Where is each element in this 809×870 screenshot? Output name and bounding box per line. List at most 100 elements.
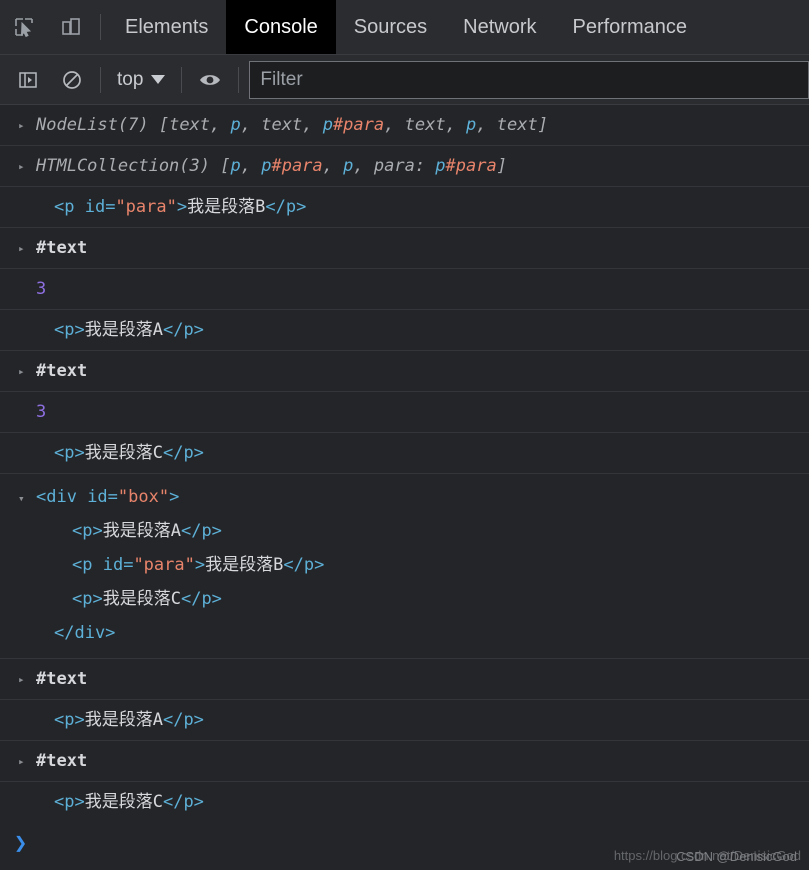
arrow-spacer: ▸ <box>18 714 36 727</box>
execution-context-dropdown[interactable]: top <box>107 69 175 91</box>
console-message-list[interactable]: ▸ NodeList(7) [text, p, text, p#para, tex… <box>0 105 809 817</box>
code-token: p <box>435 156 446 176</box>
code-token: [ <box>210 156 231 176</box>
expanded-child-line: ▸ <p id="para">我是段落B</p> <box>18 549 809 583</box>
code-token: ] <box>537 115 548 135</box>
console-row-element[interactable]: ▸ <p>我是段落C</p> <box>0 782 809 817</box>
console-row-textnode[interactable]: ▸ #text <box>0 351 809 392</box>
code-token: </p> <box>162 792 204 812</box>
tab-console[interactable]: Console <box>226 0 336 54</box>
console-row-textnode[interactable]: ▸ #text <box>0 228 809 269</box>
object-preview-name: HTMLCollection(3) <box>36 156 210 176</box>
code-token: p <box>230 115 241 135</box>
textnode-label: #text <box>36 238 88 258</box>
console-row-element[interactable]: ▸ <p>我是段落A</p> <box>0 310 809 351</box>
collapse-arrow-icon[interactable]: ▾ <box>18 483 36 515</box>
live-expression-eye-icon[interactable] <box>188 55 232 105</box>
code-token: > <box>169 487 180 507</box>
console-prompt[interactable]: ❯ https://blog.csdn.net/DenisicGod CSDN … <box>0 817 809 869</box>
toolbar-divider <box>238 66 240 93</box>
code-token: <p> <box>54 792 85 812</box>
filter-input[interactable] <box>249 60 809 99</box>
prompt-caret-icon: ❯ <box>14 830 28 856</box>
tab-network[interactable]: Network <box>445 0 554 54</box>
code-token: </p> <box>162 710 204 730</box>
code-token: > <box>194 555 206 575</box>
code-token: , <box>353 156 374 176</box>
code-token: , <box>445 115 467 135</box>
toolbar-divider <box>181 66 183 93</box>
code-token: <p <box>72 555 93 575</box>
code-token: </p> <box>283 555 325 575</box>
toolbar-divider <box>100 14 101 40</box>
code-token: <p> <box>54 443 85 463</box>
tab-performance[interactable]: Performance <box>555 0 706 54</box>
console-row-textnode[interactable]: ▸ #text <box>0 659 809 700</box>
code-token: 我是段落A <box>84 320 163 340</box>
code-token: </p> <box>162 320 204 340</box>
watermark: https://blog.csdn.net/DenisicGod CSDN @D… <box>614 848 801 864</box>
code-token: "para" <box>115 197 177 217</box>
console-row-textnode[interactable]: ▸ #text <box>0 741 809 782</box>
code-token: text <box>169 115 211 135</box>
code-token: p <box>322 115 333 135</box>
element-markup: <p>我是段落C</p> <box>54 437 204 469</box>
code-token: </p> <box>180 521 222 541</box>
code-token: text <box>404 115 446 135</box>
expand-arrow-icon[interactable]: ▸ <box>18 160 36 173</box>
code-token: p <box>466 115 477 135</box>
code-token: </p> <box>162 443 204 463</box>
arrow-spacer: ▸ <box>18 796 36 809</box>
inspect-element-icon[interactable] <box>0 0 47 54</box>
code-token: <p <box>54 197 75 217</box>
console-row-element[interactable]: ▸ <p id="para">我是段落B</p> <box>0 187 809 228</box>
arrow-spacer: ▸ <box>18 517 36 549</box>
console-row-element[interactable]: ▸ <p>我是段落A</p> <box>0 700 809 741</box>
arrow-spacer: ▸ <box>18 324 36 337</box>
chevron-down-icon <box>151 75 166 84</box>
expand-arrow-icon[interactable]: ▸ <box>18 119 36 132</box>
tab-elements[interactable]: Elements <box>107 0 226 54</box>
element-markup: <p>我是段落C</p> <box>54 786 204 817</box>
expand-arrow-icon[interactable]: ▸ <box>18 673 36 686</box>
code-token: #para <box>271 156 323 176</box>
console-sidebar-icon[interactable] <box>6 55 50 105</box>
code-token: , <box>322 156 344 176</box>
code-token: id= <box>74 197 116 217</box>
code-token: text <box>261 115 303 135</box>
console-row-object[interactable]: ▸ HTMLCollection(3) [p, p#para, p, para: … <box>0 146 809 187</box>
code-token: , <box>210 115 231 135</box>
textnode-label: #text <box>36 361 88 381</box>
arrow-spacer: ▸ <box>18 619 36 651</box>
console-row-object[interactable]: ▸ NodeList(7) [text, p, text, p#para, tex… <box>0 105 809 146</box>
element-markup: <p>我是段落A</p> <box>54 704 204 736</box>
textnode-label: #text <box>36 751 88 771</box>
textnode-label: #text <box>36 669 88 689</box>
console-row-element[interactable]: ▸ <p>我是段落C</p> <box>0 433 809 474</box>
filter-container <box>249 60 809 99</box>
device-toolbar-icon[interactable] <box>47 0 94 54</box>
expand-arrow-icon[interactable]: ▸ <box>18 365 36 378</box>
code-token: para: <box>373 156 436 176</box>
expand-arrow-icon[interactable]: ▸ <box>18 242 36 255</box>
arrow-spacer: ▸ <box>18 447 36 460</box>
expanded-child-line: ▸ </div> <box>18 617 809 651</box>
code-token: </p> <box>180 589 222 609</box>
code-token: <div <box>36 487 77 507</box>
console-row-number[interactable]: ▸3 <box>0 269 809 310</box>
code-token: <p> <box>54 320 85 340</box>
code-token: [ <box>148 115 170 135</box>
expand-arrow-icon[interactable]: ▸ <box>18 755 36 768</box>
code-token: 我是段落C <box>84 443 163 463</box>
expanded-child-line: ▸ <p>我是段落C</p> <box>18 583 809 617</box>
console-row-expanded-element[interactable]: ▾<div id="box">▸<p>我是段落A</p>▸<p id="para… <box>0 474 809 659</box>
tab-sources[interactable]: Sources <box>336 0 445 54</box>
object-preview-body: [text, p, text, p#para, text, p, text] <box>149 115 548 135</box>
watermark-author: CSDN @DenisicGod <box>676 849 797 864</box>
code-token: 我是段落B <box>205 555 284 575</box>
arrow-spacer: ▸ <box>18 551 36 583</box>
number-value: 3 <box>36 279 47 299</box>
expanded-open-tag: ▾ <div id="box"> <box>18 481 809 515</box>
console-row-number[interactable]: ▸3 <box>0 392 809 433</box>
clear-console-icon[interactable] <box>50 55 94 105</box>
